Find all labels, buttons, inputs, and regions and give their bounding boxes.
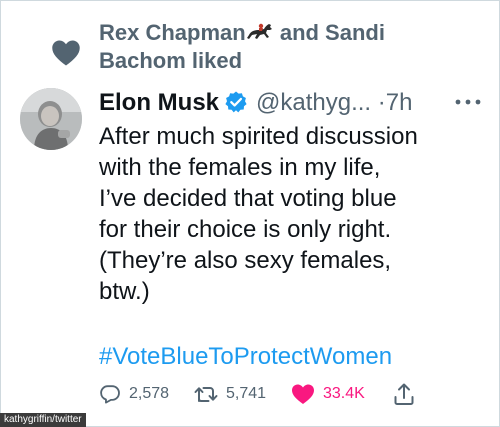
horse-racing-icon bbox=[246, 23, 272, 39]
liked-heart-icon bbox=[292, 384, 314, 404]
tweet-text-line: (They’re also sexy females, bbox=[99, 247, 392, 274]
more-options-icon[interactable] bbox=[454, 97, 482, 107]
timestamp[interactable]: 7h bbox=[386, 89, 413, 116]
action-bar: 2,578 5,741 33.4K bbox=[99, 381, 419, 407]
like-count: 33.4K bbox=[323, 385, 365, 402]
retweet-count: 5,741 bbox=[226, 385, 267, 402]
time-separator: · bbox=[377, 89, 386, 116]
like-button[interactable]: 33.4K bbox=[291, 381, 365, 407]
tweet-header: Elon Musk @kathyg... ·7h bbox=[99, 87, 412, 119]
display-name[interactable]: Elon Musk bbox=[99, 89, 219, 116]
tweet-text-line: with the females in my life, bbox=[99, 154, 381, 181]
heart-icon bbox=[52, 40, 80, 66]
tweet-text: After much spirited discussion with the … bbox=[99, 121, 484, 307]
avatar-image bbox=[20, 88, 82, 150]
reply-button[interactable]: 2,578 bbox=[99, 381, 169, 407]
tweet-text-line: for their choice is only right. bbox=[99, 216, 392, 243]
image-credit: kathygriffin/twitter bbox=[0, 413, 86, 427]
tweet-text-line: After much spirited discussion bbox=[99, 123, 418, 150]
social-context: Rex Chapman and Sandi Bachom liked bbox=[51, 15, 471, 75]
user-handle[interactable]: @kathyg... bbox=[256, 89, 371, 116]
social-context-text[interactable]: Rex Chapman and Sandi Bachom liked bbox=[99, 19, 469, 75]
reply-icon bbox=[100, 385, 120, 404]
avatar[interactable] bbox=[20, 88, 82, 150]
tweet-card: Rex Chapman and Sandi Bachom liked Elon … bbox=[0, 0, 500, 427]
share-button[interactable] bbox=[393, 381, 415, 407]
tweet-text-line: btw.) bbox=[99, 278, 150, 305]
verified-badge-icon bbox=[225, 91, 247, 113]
reply-count: 2,578 bbox=[129, 385, 170, 402]
retweet-icon bbox=[194, 387, 218, 402]
hashtag-link[interactable]: #VoteBlueToProtectWomen bbox=[99, 341, 392, 372]
liker-name-1[interactable]: Rex Chapman bbox=[99, 20, 246, 45]
tweet-text-line: I’ve decided that voting blue bbox=[99, 185, 397, 212]
share-icon bbox=[394, 383, 414, 405]
retweet-button[interactable]: 5,741 bbox=[194, 381, 266, 407]
